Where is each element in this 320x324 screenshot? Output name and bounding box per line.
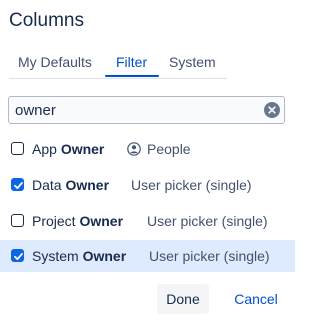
dialog-title: Columns (9, 10, 84, 31)
field-name: App Owner (32, 141, 105, 157)
list-item-data-owner[interactable]: Data Owner User picker (single) (0, 169, 295, 201)
field-name: System Owner (32, 248, 127, 264)
checkmark-icon (14, 182, 23, 189)
field-type: User picker (single) (131, 177, 252, 193)
list-item-project-owner[interactable]: Project Owner User picker (single) (0, 205, 295, 237)
clear-search-icon[interactable] (264, 102, 280, 118)
search-input[interactable] (9, 97, 255, 123)
person-circle-icon (127, 142, 141, 156)
checkbox-project-owner[interactable] (11, 214, 24, 227)
list-item-app-owner[interactable]: App Owner People (0, 133, 295, 165)
tab-bar: My Defaults Filter System (9, 50, 227, 79)
field-type: User picker (single) (149, 248, 270, 264)
done-button[interactable]: Done (157, 284, 209, 314)
tab-system[interactable]: System (169, 54, 216, 70)
tab-my-defaults[interactable]: My Defaults (18, 54, 92, 70)
checkbox-data-owner[interactable] (11, 178, 24, 191)
field-name: Data Owner (32, 177, 110, 193)
field-type: User picker (single) (147, 213, 268, 229)
checkmark-icon (14, 253, 23, 260)
list-item-system-owner[interactable]: System Owner User picker (single) (0, 240, 295, 272)
search-field (8, 96, 285, 124)
tab-filter[interactable]: Filter (116, 54, 147, 70)
field-type: People (147, 141, 191, 157)
checkbox-system-owner[interactable] (11, 249, 24, 262)
active-tab-indicator (105, 75, 159, 77)
cancel-button[interactable]: Cancel (226, 284, 286, 314)
field-name: Project Owner (32, 213, 124, 229)
checkbox-app-owner[interactable] (11, 142, 24, 155)
